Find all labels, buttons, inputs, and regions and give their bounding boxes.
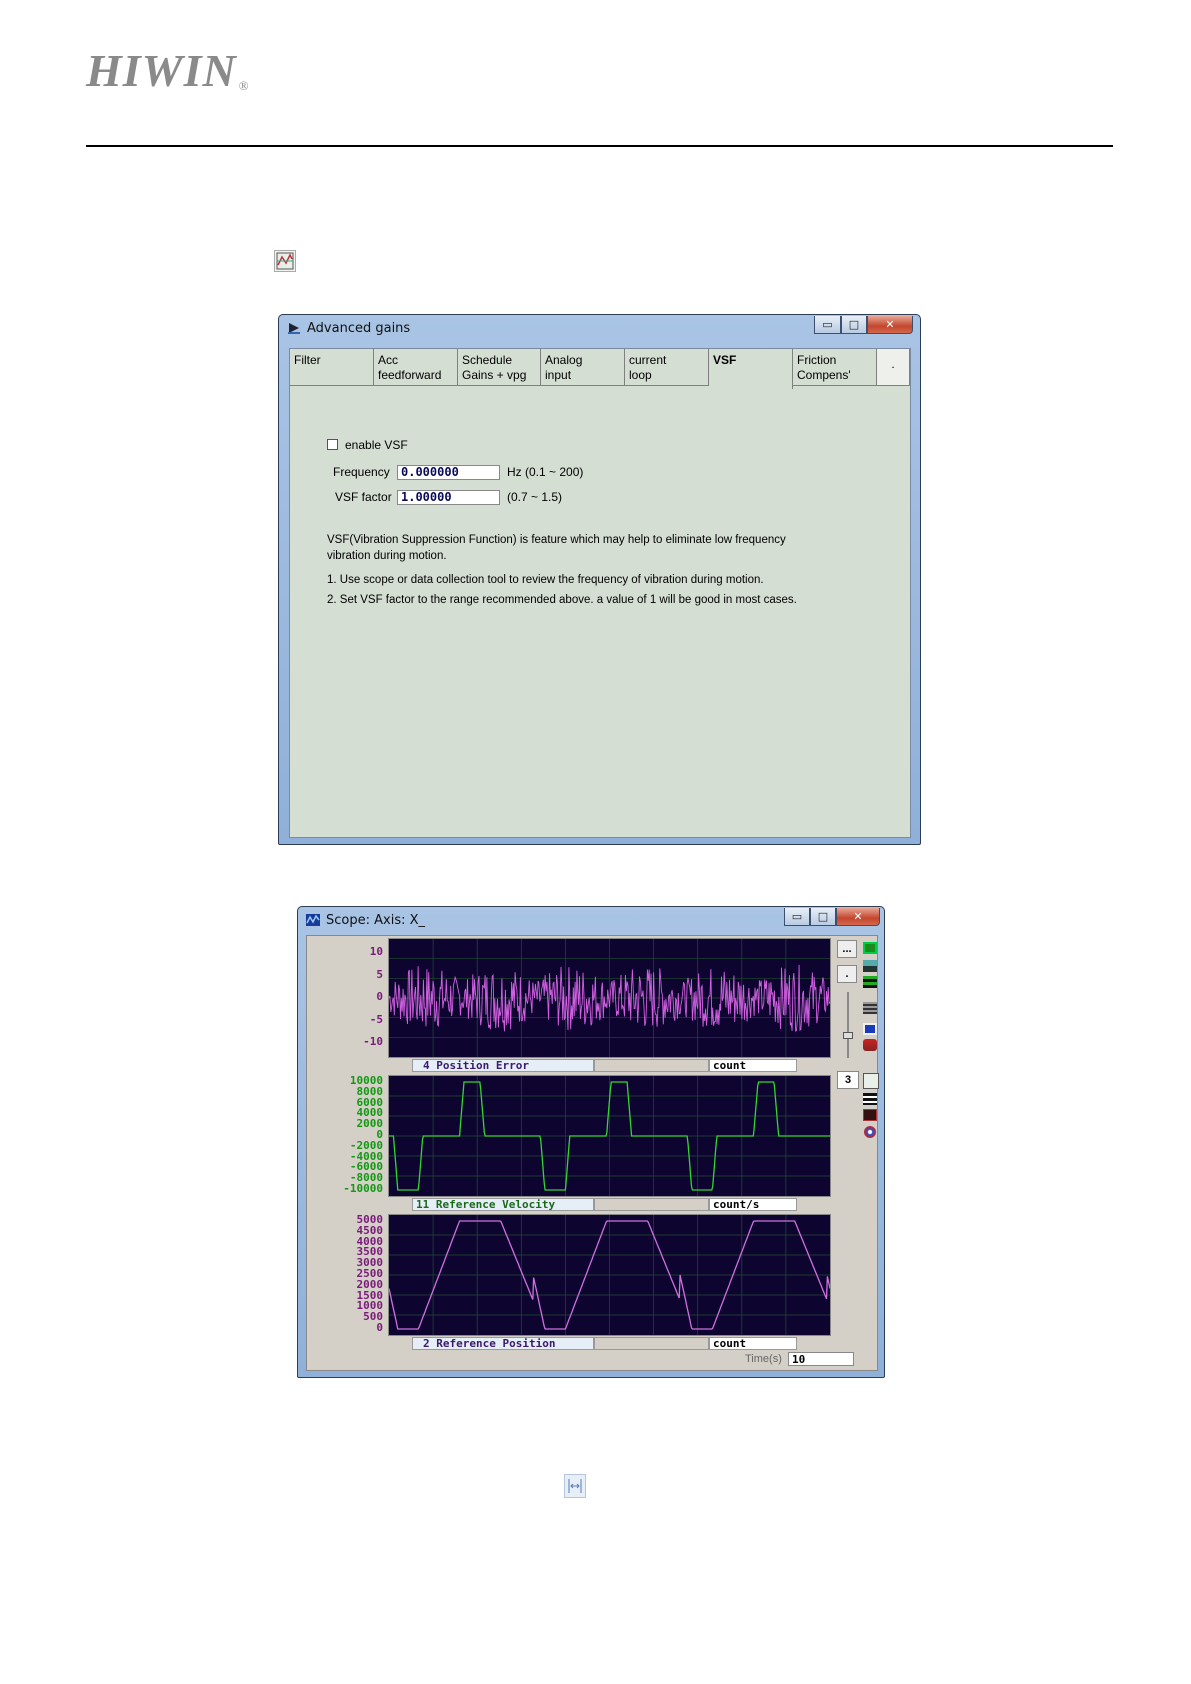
reference-position-plot bbox=[388, 1214, 831, 1336]
channel-2-spacer bbox=[594, 1198, 709, 1211]
enable-vsf-checkbox[interactable] bbox=[327, 439, 338, 450]
tab-filter[interactable]: Filter bbox=[290, 349, 374, 386]
position-error-tick: -5 bbox=[369, 1012, 383, 1026]
time-input[interactable]: 10 bbox=[788, 1352, 854, 1366]
vsf-factor-label: VSF factor bbox=[335, 490, 392, 504]
advanced-gains-window: Advanced gains ▭ □ ✕ Filter Acc feedforwa… bbox=[278, 314, 921, 845]
header-rule bbox=[86, 145, 1113, 147]
tab-current-loop[interactable]: current loop bbox=[625, 349, 709, 386]
description-line-2: vibration during motion. bbox=[327, 550, 447, 562]
chart-icon[interactable] bbox=[863, 1109, 877, 1121]
instruction-step-2: 2. Set VSF factor to the range recommend… bbox=[327, 594, 797, 606]
reference-position-chart bbox=[388, 1215, 831, 1335]
tab-friction-compens[interactable]: Friction Compens' bbox=[793, 349, 877, 386]
description-line-1: VSF(Vibration Suppression Function) is f… bbox=[327, 534, 786, 546]
tab-scroll-button[interactable]: . bbox=[877, 349, 910, 386]
frequency-label: Frequency bbox=[333, 465, 390, 479]
instruction-step-1: 1. Use scope or data collection tool to … bbox=[327, 574, 764, 586]
minimize-button[interactable]: ▭ bbox=[814, 316, 841, 334]
app-icon bbox=[288, 323, 300, 334]
slider-thumb[interactable] bbox=[843, 1032, 853, 1039]
tab-analog-input[interactable]: Analog input bbox=[541, 349, 625, 386]
tab-vsf[interactable]: VSF bbox=[709, 349, 793, 389]
reference-velocity-tick: -10000 bbox=[343, 1182, 383, 1195]
channel-1-unit[interactable]: count bbox=[709, 1059, 797, 1072]
channel-2-name[interactable]: 11 Reference Velocity bbox=[412, 1198, 594, 1211]
position-error-plot bbox=[388, 938, 831, 1058]
channel-2-unit[interactable]: count/s bbox=[709, 1198, 797, 1211]
channel-3-name[interactable]: 2 Reference Position bbox=[412, 1337, 594, 1350]
reference-velocity-plot bbox=[388, 1075, 831, 1197]
scope-tool-icon bbox=[274, 250, 296, 272]
fit-width-icon bbox=[564, 1474, 586, 1498]
slider-track bbox=[847, 992, 849, 1058]
vsf-factor-range: (0.7 ~ 1.5) bbox=[507, 490, 563, 504]
position-error-tick: 10 bbox=[369, 945, 383, 958]
bars-icon[interactable] bbox=[863, 1093, 877, 1105]
hiwin-logo: HIWIN ® bbox=[86, 45, 250, 96]
frequency-input[interactable]: 0.000000 bbox=[397, 465, 500, 480]
window-title: Advanced gains bbox=[307, 321, 411, 336]
maximize-button[interactable]: □ bbox=[841, 316, 867, 334]
reference-velocity-chart bbox=[389, 1076, 830, 1196]
scope-close-button[interactable]: ✕ bbox=[836, 908, 880, 926]
zoom-slider[interactable] bbox=[843, 992, 853, 1058]
time-label: Time(s) bbox=[745, 1353, 782, 1365]
channel-3-unit[interactable]: count bbox=[709, 1337, 797, 1350]
more-options-button[interactable]: ... bbox=[837, 940, 857, 958]
channel-icon[interactable] bbox=[863, 960, 877, 972]
scope-app-icon bbox=[306, 914, 320, 926]
position-error-tick: 0 bbox=[376, 990, 383, 1003]
frequency-range: Hz (0.1 ~ 200) bbox=[507, 465, 584, 479]
channel-1-name[interactable]: 4 Position Error bbox=[412, 1059, 594, 1072]
vsf-factor-input[interactable]: 1.00000 bbox=[397, 490, 500, 505]
channel-1-spacer bbox=[594, 1059, 709, 1072]
scope-view-icon[interactable] bbox=[863, 1073, 879, 1089]
close-button[interactable]: ✕ bbox=[867, 316, 913, 334]
scope-maximize-button[interactable]: □ bbox=[810, 908, 836, 926]
list-icon[interactable] bbox=[863, 1002, 877, 1014]
dot-button[interactable]: . bbox=[837, 965, 857, 983]
scope-on-icon[interactable] bbox=[863, 942, 877, 954]
dialog-client: Filter Acc feedforward Schedule Gains + vp… bbox=[289, 348, 911, 838]
scope-window-title: Scope: Axis: X_ bbox=[326, 913, 426, 928]
tab-schedule-gains[interactable]: Schedule Gains + vpg bbox=[458, 349, 541, 386]
enable-vsf-label: enable VSF bbox=[345, 438, 408, 452]
blue-bar-icon[interactable] bbox=[863, 1023, 877, 1035]
trigger-icon[interactable] bbox=[863, 1039, 877, 1051]
channel-3-spacer bbox=[594, 1337, 709, 1350]
title-bar: Advanced gains ▭ □ ✕ bbox=[279, 315, 920, 343]
target-icon[interactable] bbox=[864, 1126, 876, 1138]
position-error-tick: 5 bbox=[376, 967, 383, 981]
position-error-chart bbox=[388, 939, 831, 1057]
tab-acc-feedforward[interactable]: Acc feedforward bbox=[374, 349, 458, 386]
scope-title-bar: Scope: Axis: X_ ▭ □ ✕ bbox=[298, 907, 884, 935]
channel-count-box[interactable]: 3 bbox=[837, 1071, 859, 1089]
position-error-tick: -10 bbox=[363, 1035, 383, 1048]
scope-client: 10 5 0 -5 -10 4 Position Error count 10000 80… bbox=[306, 935, 879, 1371]
scope-window: Scope: Axis: X_ ▭ □ ✕ 10 5 0 -5 -10 4 Positi… bbox=[297, 906, 885, 1378]
reference-position-tick: 0 bbox=[376, 1321, 383, 1334]
grid-icon[interactable] bbox=[863, 976, 877, 988]
scope-minimize-button[interactable]: ▭ bbox=[784, 908, 810, 926]
